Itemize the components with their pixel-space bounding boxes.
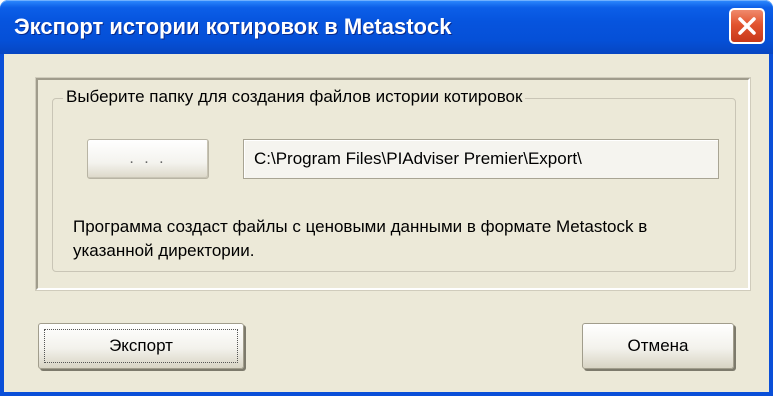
focus-rectangle [44,329,238,363]
cancel-button[interactable]: Отмена [582,323,734,369]
description-text: Программа создаст файлы с ценовыми данны… [73,217,648,260]
export-path-field[interactable]: C:\Program Files\PIAdviser Premier\Expor… [243,139,719,179]
close-icon [738,17,756,35]
window-title: Экспорт истории котировок в Metastock [14,14,452,39]
export-button[interactable]: Экспорт [38,323,244,369]
groupbox-legend: Выберите папку для создания файлов истор… [63,87,526,107]
dialog-body: Выберите папку для создания файлов истор… [4,54,769,392]
export-dialog-window: Экспорт истории котировок в Metastock Вы… [0,0,773,396]
title-bar[interactable]: Экспорт истории котировок в Metastock [0,0,773,54]
browse-folder-button[interactable]: . . . [87,139,209,179]
close-button[interactable] [729,8,765,44]
content-panel: Выберите папку для создания файлов истор… [35,77,751,291]
folder-groupbox: Выберите папку для создания файлов истор… [52,87,736,272]
cancel-button-label: Отмена [627,336,689,355]
